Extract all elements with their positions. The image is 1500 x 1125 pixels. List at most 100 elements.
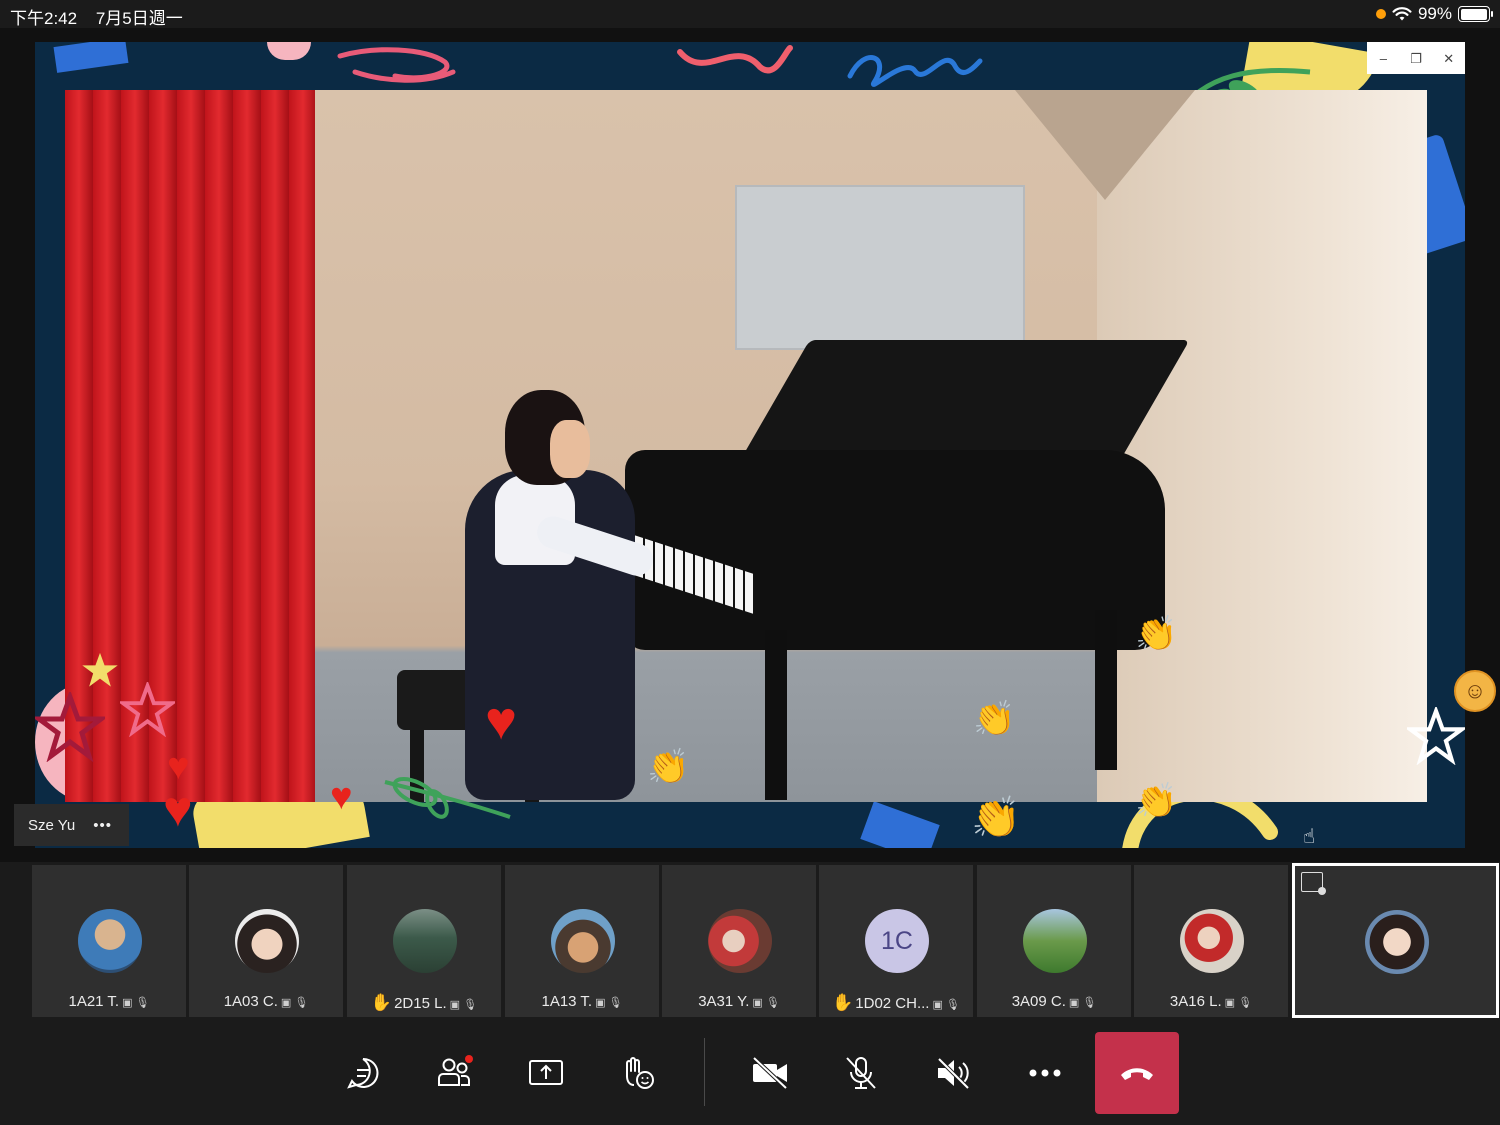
speaker-toggle-button[interactable] — [930, 1050, 976, 1096]
camera-mic-off-icons: ▣ 🎙 — [595, 997, 623, 1009]
clap-reaction-icon: 👏 — [1135, 782, 1178, 820]
participant-name: 3A16 L. — [1169, 993, 1222, 1010]
self-video-tile[interactable] — [1292, 863, 1499, 1018]
mic-in-use-indicator — [1375, 9, 1386, 19]
participant-name-row: 1A21 T. ▣ 🎙 — [32, 993, 186, 1010]
participant-tile[interactable]: 1A21 T. ▣ 🎙 — [32, 865, 186, 1017]
hang-up-button[interactable] — [1095, 1032, 1179, 1114]
chat-button[interactable] — [340, 1050, 386, 1096]
doodle-blue-blob-bottom — [860, 801, 940, 848]
participant-name: 1A03 C. — [223, 993, 278, 1010]
hand-cursor-icon: ☝ — [1303, 826, 1316, 848]
participant-name: 1D02 CH... — [855, 995, 930, 1012]
participant-avatar — [393, 909, 457, 973]
camera-mic-off-icons: ▣ 🎙 — [122, 997, 150, 1009]
mic-toggle-button[interactable] — [838, 1050, 884, 1096]
scene-piano-leg — [765, 630, 787, 800]
clap-reaction-icon: 👏 — [971, 796, 1021, 840]
participant-name-row: 3A31 Y. ▣ 🎙 — [662, 993, 816, 1010]
scene-piano-lid — [740, 340, 1190, 460]
participant-tile[interactable]: 3A16 L. ▣ 🎙 — [1134, 865, 1288, 1017]
participant-avatar — [708, 909, 772, 973]
laughing-emoji-reaction-icon: ☺ — [1454, 670, 1496, 712]
reactions-button[interactable] — [615, 1050, 661, 1096]
heart-reaction-icon: ♥ — [330, 776, 353, 818]
participant-name: 1A21 T. — [68, 993, 120, 1010]
participant-name-row: 3A16 L. ▣ 🎙 — [1134, 993, 1288, 1010]
heart-reaction-icon: ♥ — [485, 691, 518, 751]
camera-mic-off-icons: ▣ 🎙 — [449, 999, 478, 1011]
share-screen-icon — [529, 1060, 563, 1085]
clap-reaction-icon: 👏 — [647, 748, 690, 786]
camera-off-icon — [752, 1056, 788, 1090]
participant-tile[interactable]: 1A13 T. ▣ 🎙 — [505, 865, 659, 1017]
status-time: 下午2:42 — [10, 9, 78, 28]
clap-reaction-icon: 👏 — [1135, 615, 1178, 653]
participant-name-row: ✋ 2D15 L. ▣ 🎙 — [347, 993, 501, 1013]
scene-piano-body — [625, 450, 1165, 650]
raised-hand-icon: ✋ — [832, 993, 854, 1012]
video-feed-frame: ♥ ♥ ♥ ♥ 👏 👏 👏 👏 👏 — [35, 42, 1465, 848]
participant-tile[interactable]: 1A03 C. ▣ 🎙 — [189, 865, 343, 1017]
doodle-star-outline — [35, 692, 105, 762]
participant-name: 3A09 C. — [1011, 993, 1066, 1010]
call-control-bar — [0, 1020, 1500, 1125]
participant-avatar — [1023, 909, 1087, 973]
doodle-blue-blob — [53, 42, 129, 73]
participants-icon — [438, 1055, 473, 1086]
raised-hand-icon: ✋ — [370, 993, 393, 1012]
scene-piano-leg — [1095, 610, 1117, 770]
participant-name-row: 3A09 C. ▣ 🎙 — [977, 993, 1131, 1010]
participant-avatar — [551, 909, 615, 973]
participant-strip: 1A21 T. ▣ 🎙 1A03 C. ▣ 🎙 ✋ 2D15 L. ▣ 🎙 1A13 T… — [0, 862, 1500, 1020]
share-screen-button[interactable] — [523, 1050, 569, 1096]
participant-name-row: ✋ 1D02 CH... ▣ 🎙 — [819, 993, 973, 1013]
camera-toggle-button[interactable] — [747, 1050, 793, 1096]
presenter-name-label[interactable]: Sze Yu ••• — [14, 804, 129, 846]
participant-tile[interactable]: 3A31 Y. ▣ 🎙 — [662, 865, 816, 1017]
heart-reaction-icon: ♥ — [163, 781, 193, 837]
doodle-green-leaf-bottom — [384, 777, 511, 819]
participant-tile[interactable]: 1C ✋ 1D02 CH... ▣ 🎙 — [819, 865, 973, 1017]
scene-wall-panel — [735, 185, 1025, 350]
clap-reaction-icon: 👏 — [973, 700, 1016, 738]
minimize-button[interactable]: – — [1373, 52, 1393, 65]
doodle-star-white — [1407, 707, 1465, 765]
self-avatar — [1365, 910, 1429, 974]
scene-ceiling-wedge — [1015, 90, 1195, 200]
status-time-date: 下午2:42 7月5日週一 — [10, 4, 197, 29]
participant-name: 1A13 T. — [541, 993, 593, 1010]
participant-tile[interactable]: 3A09 C. ▣ 🎙 — [977, 865, 1131, 1017]
participant-name: 3A31 Y. — [698, 993, 750, 1010]
doodle-star-pink — [120, 682, 175, 737]
participant-tile[interactable]: ✋ 2D15 L. ▣ 🎙 — [347, 865, 501, 1017]
participants-button[interactable] — [432, 1050, 478, 1096]
reactions-icon — [626, 1057, 654, 1089]
restore-button[interactable]: ❐ — [1406, 52, 1426, 65]
main-video-stage[interactable]: ♥ ♥ ♥ ♥ 👏 👏 👏 👏 👏 – ❐ ✕ Sze Yu ••• ☺ ☝ — [0, 28, 1500, 862]
battery-level-fill — [1460, 8, 1488, 20]
camera-mic-off-icons: ▣ 🎙 — [752, 997, 780, 1009]
mic-off-icon — [846, 1057, 876, 1089]
more-icon — [1029, 1069, 1061, 1077]
presenter-more-options-icon[interactable]: ••• — [93, 817, 112, 834]
window-controls: – ❐ ✕ — [1367, 42, 1465, 74]
doodle-star-yellow — [82, 652, 118, 687]
status-date: 7月5日週一 — [95, 9, 183, 28]
participant-avatar — [78, 909, 142, 973]
doodle-blue-loops — [847, 55, 983, 87]
hang-up-icon — [1121, 1068, 1153, 1080]
chat-icon — [347, 1057, 379, 1089]
presenter-name: Sze Yu — [28, 816, 76, 834]
battery-percentage: 99% — [1417, 4, 1452, 23]
doodle-pink-blob — [267, 42, 311, 60]
status-bar: 下午2:42 7月5日週一 99% — [0, 0, 1500, 28]
more-options-button[interactable] — [1022, 1050, 1068, 1096]
doodle-pink-swirl — [337, 47, 456, 83]
speaker-off-icon — [937, 1057, 970, 1090]
close-button[interactable]: ✕ — [1439, 52, 1459, 65]
wifi-icon — [1392, 7, 1412, 21]
spotlight-icon[interactable] — [1301, 872, 1326, 895]
control-divider — [704, 1038, 705, 1106]
status-indicators: 99% — [1375, 4, 1493, 24]
